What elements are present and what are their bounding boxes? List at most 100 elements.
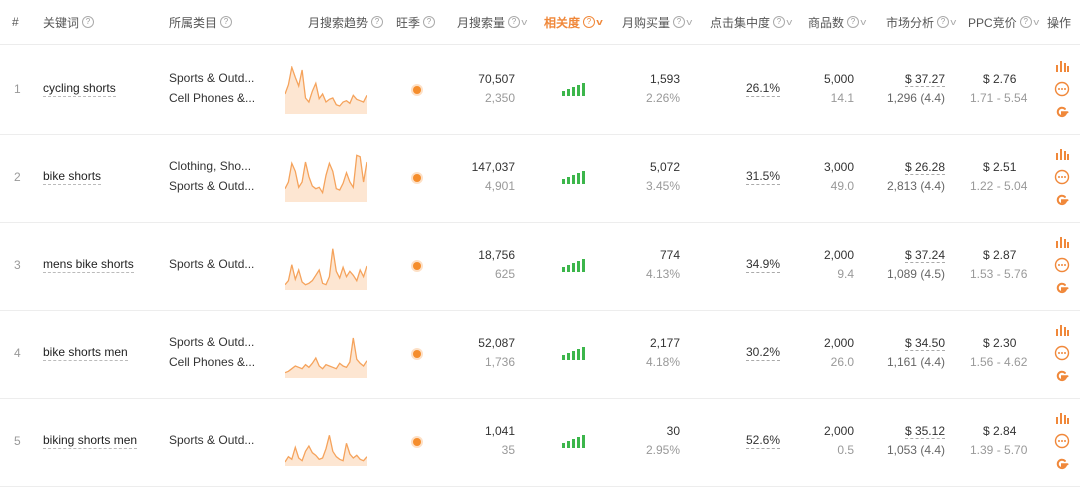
sort-chevron-icon[interactable]: v [1033, 17, 1039, 27]
click-concentration[interactable]: 31.5% [745, 169, 780, 185]
product-count: 5,000 [823, 72, 854, 86]
click-concentration[interactable]: 26.1% [745, 81, 780, 97]
google-icon[interactable] [1054, 192, 1070, 208]
avg-price[interactable]: $ 35.12 [904, 424, 945, 439]
trend-sparkline[interactable] [285, 66, 367, 114]
avg-price[interactable]: $ 34.50 [904, 336, 945, 351]
header-keyword[interactable]: 关键词? [43, 0, 95, 44]
season-dot [413, 438, 421, 446]
bar-chart-icon[interactable] [1054, 146, 1070, 162]
ppc-bid: $ 2.84 [983, 424, 1017, 438]
relevance-bar [582, 259, 585, 272]
category-label[interactable]: Sports & Outd... [169, 430, 254, 450]
keyword-link[interactable]: bike shorts [43, 169, 102, 185]
relevance-bars [562, 434, 585, 448]
search-volume: 52,087 [478, 336, 515, 350]
relevance-bar [577, 349, 580, 360]
product-count: 2,000 [823, 424, 854, 438]
help-icon[interactable]: ? [371, 16, 384, 28]
purchase-rate: 2.26% [645, 91, 680, 105]
keyword-link[interactable]: biking shorts men [43, 433, 138, 449]
sort-chevron-icon[interactable]: v [786, 17, 792, 27]
category-label[interactable]: Cell Phones &... [169, 352, 255, 372]
search-volume-daily: 1,736 [484, 355, 515, 369]
product-ratio: 26.0 [830, 355, 854, 369]
category-label[interactable]: Sports & Outd... [169, 254, 254, 274]
table-row[interactable]: 3 mens bike shorts Sports & Outd... 18,7… [0, 222, 1080, 311]
help-icon[interactable]: ? [673, 16, 686, 28]
help-icon[interactable]: ? [1019, 16, 1032, 28]
row-index: 5 [14, 434, 21, 448]
click-concentration[interactable]: 34.9% [745, 257, 780, 273]
category-label[interactable]: Clothing, Sho... [169, 156, 251, 176]
google-icon[interactable] [1054, 280, 1070, 296]
help-icon[interactable]: ? [937, 16, 950, 28]
help-icon[interactable]: ? [847, 16, 860, 28]
google-icon[interactable] [1054, 104, 1070, 120]
bar-chart-icon[interactable] [1054, 322, 1070, 338]
relevance-bar [567, 441, 570, 448]
trend-sparkline[interactable] [285, 154, 367, 202]
table-row[interactable]: 2 bike shorts Clothing, Sho... Sports & O… [0, 134, 1080, 223]
bar-chart-icon[interactable] [1054, 410, 1070, 426]
table-row[interactable]: 5 biking shorts men Sports & Outd... 1,0… [0, 398, 1080, 487]
trend-sparkline[interactable] [285, 418, 367, 466]
help-icon[interactable]: ? [508, 16, 521, 28]
bar-chart-icon[interactable] [1054, 234, 1070, 250]
help-icon[interactable]: ? [773, 16, 786, 28]
header-monthly-purchase[interactable]: 月购买量? v [622, 0, 692, 44]
product-ratio: 49.0 [830, 179, 854, 193]
more-icon[interactable] [1054, 345, 1070, 361]
category-label[interactable]: Sports & Outd... [169, 176, 254, 196]
more-icon[interactable] [1054, 433, 1070, 449]
category-label[interactable]: Sports & Outd... [169, 68, 254, 88]
relevance-bar [572, 175, 575, 184]
table-row[interactable]: 1 cycling shorts Sports & Outd... Cell Ph… [0, 46, 1080, 135]
avg-price[interactable]: $ 26.28 [904, 160, 945, 175]
monthly-purchase: 5,072 [649, 160, 680, 174]
help-icon[interactable]: ? [220, 16, 233, 28]
sort-chevron-icon[interactable]: v [950, 17, 956, 27]
google-icon[interactable] [1054, 456, 1070, 472]
help-icon[interactable]: ? [423, 16, 436, 28]
more-icon[interactable] [1054, 257, 1070, 273]
trend-sparkline[interactable] [285, 242, 367, 290]
review-count: 1,089 (4.5) [886, 267, 945, 281]
google-icon[interactable] [1054, 368, 1070, 384]
avg-price[interactable]: $ 37.24 [904, 248, 945, 263]
click-concentration[interactable]: 52.6% [745, 433, 780, 449]
avg-price[interactable]: $ 37.27 [904, 72, 945, 87]
product-ratio: 14.1 [830, 91, 854, 105]
sort-chevron-icon[interactable]: v [521, 17, 527, 27]
purchase-rate: 2.95% [645, 443, 680, 457]
purchase-rate: 4.18% [645, 355, 680, 369]
category-label[interactable]: Sports & Outd... [169, 332, 254, 352]
season-dot [413, 86, 421, 94]
header-season[interactable]: 旺季? [396, 0, 436, 44]
header-trend[interactable]: 月搜索趋势? [308, 0, 384, 44]
sort-chevron-icon[interactable]: v [596, 17, 603, 27]
header-category[interactable]: 所属类目? [169, 0, 233, 44]
category-label[interactable]: Cell Phones &... [169, 88, 255, 108]
header-ppc[interactable]: PPC竞价? v [968, 0, 1039, 44]
header-relevance[interactable]: 相关度? v [544, 0, 603, 44]
sort-chevron-icon[interactable]: v [686, 17, 692, 27]
header-monthly-search[interactable]: 月搜索量? v [457, 0, 527, 44]
row-index: 4 [14, 346, 21, 360]
click-concentration[interactable]: 30.2% [745, 345, 780, 361]
more-icon[interactable] [1054, 169, 1070, 185]
table-row[interactable]: 4 bike shorts men Sports & Outd... Cell P… [0, 310, 1080, 399]
trend-sparkline[interactable] [285, 330, 367, 378]
keyword-link[interactable]: mens bike shorts [43, 257, 134, 273]
help-icon[interactable]: ? [583, 16, 596, 28]
header-click-concentration[interactable]: 点击集中度? v [710, 0, 792, 44]
header-market[interactable]: 市场分析? v [886, 0, 956, 44]
purchase-rate: 3.45% [645, 179, 680, 193]
keyword-link[interactable]: bike shorts men [43, 345, 128, 361]
more-icon[interactable] [1054, 81, 1070, 97]
header-products[interactable]: 商品数? v [808, 0, 866, 44]
help-icon[interactable]: ? [82, 16, 95, 28]
keyword-link[interactable]: cycling shorts [43, 81, 116, 97]
sort-chevron-icon[interactable]: v [860, 17, 866, 27]
bar-chart-icon[interactable] [1054, 58, 1070, 74]
